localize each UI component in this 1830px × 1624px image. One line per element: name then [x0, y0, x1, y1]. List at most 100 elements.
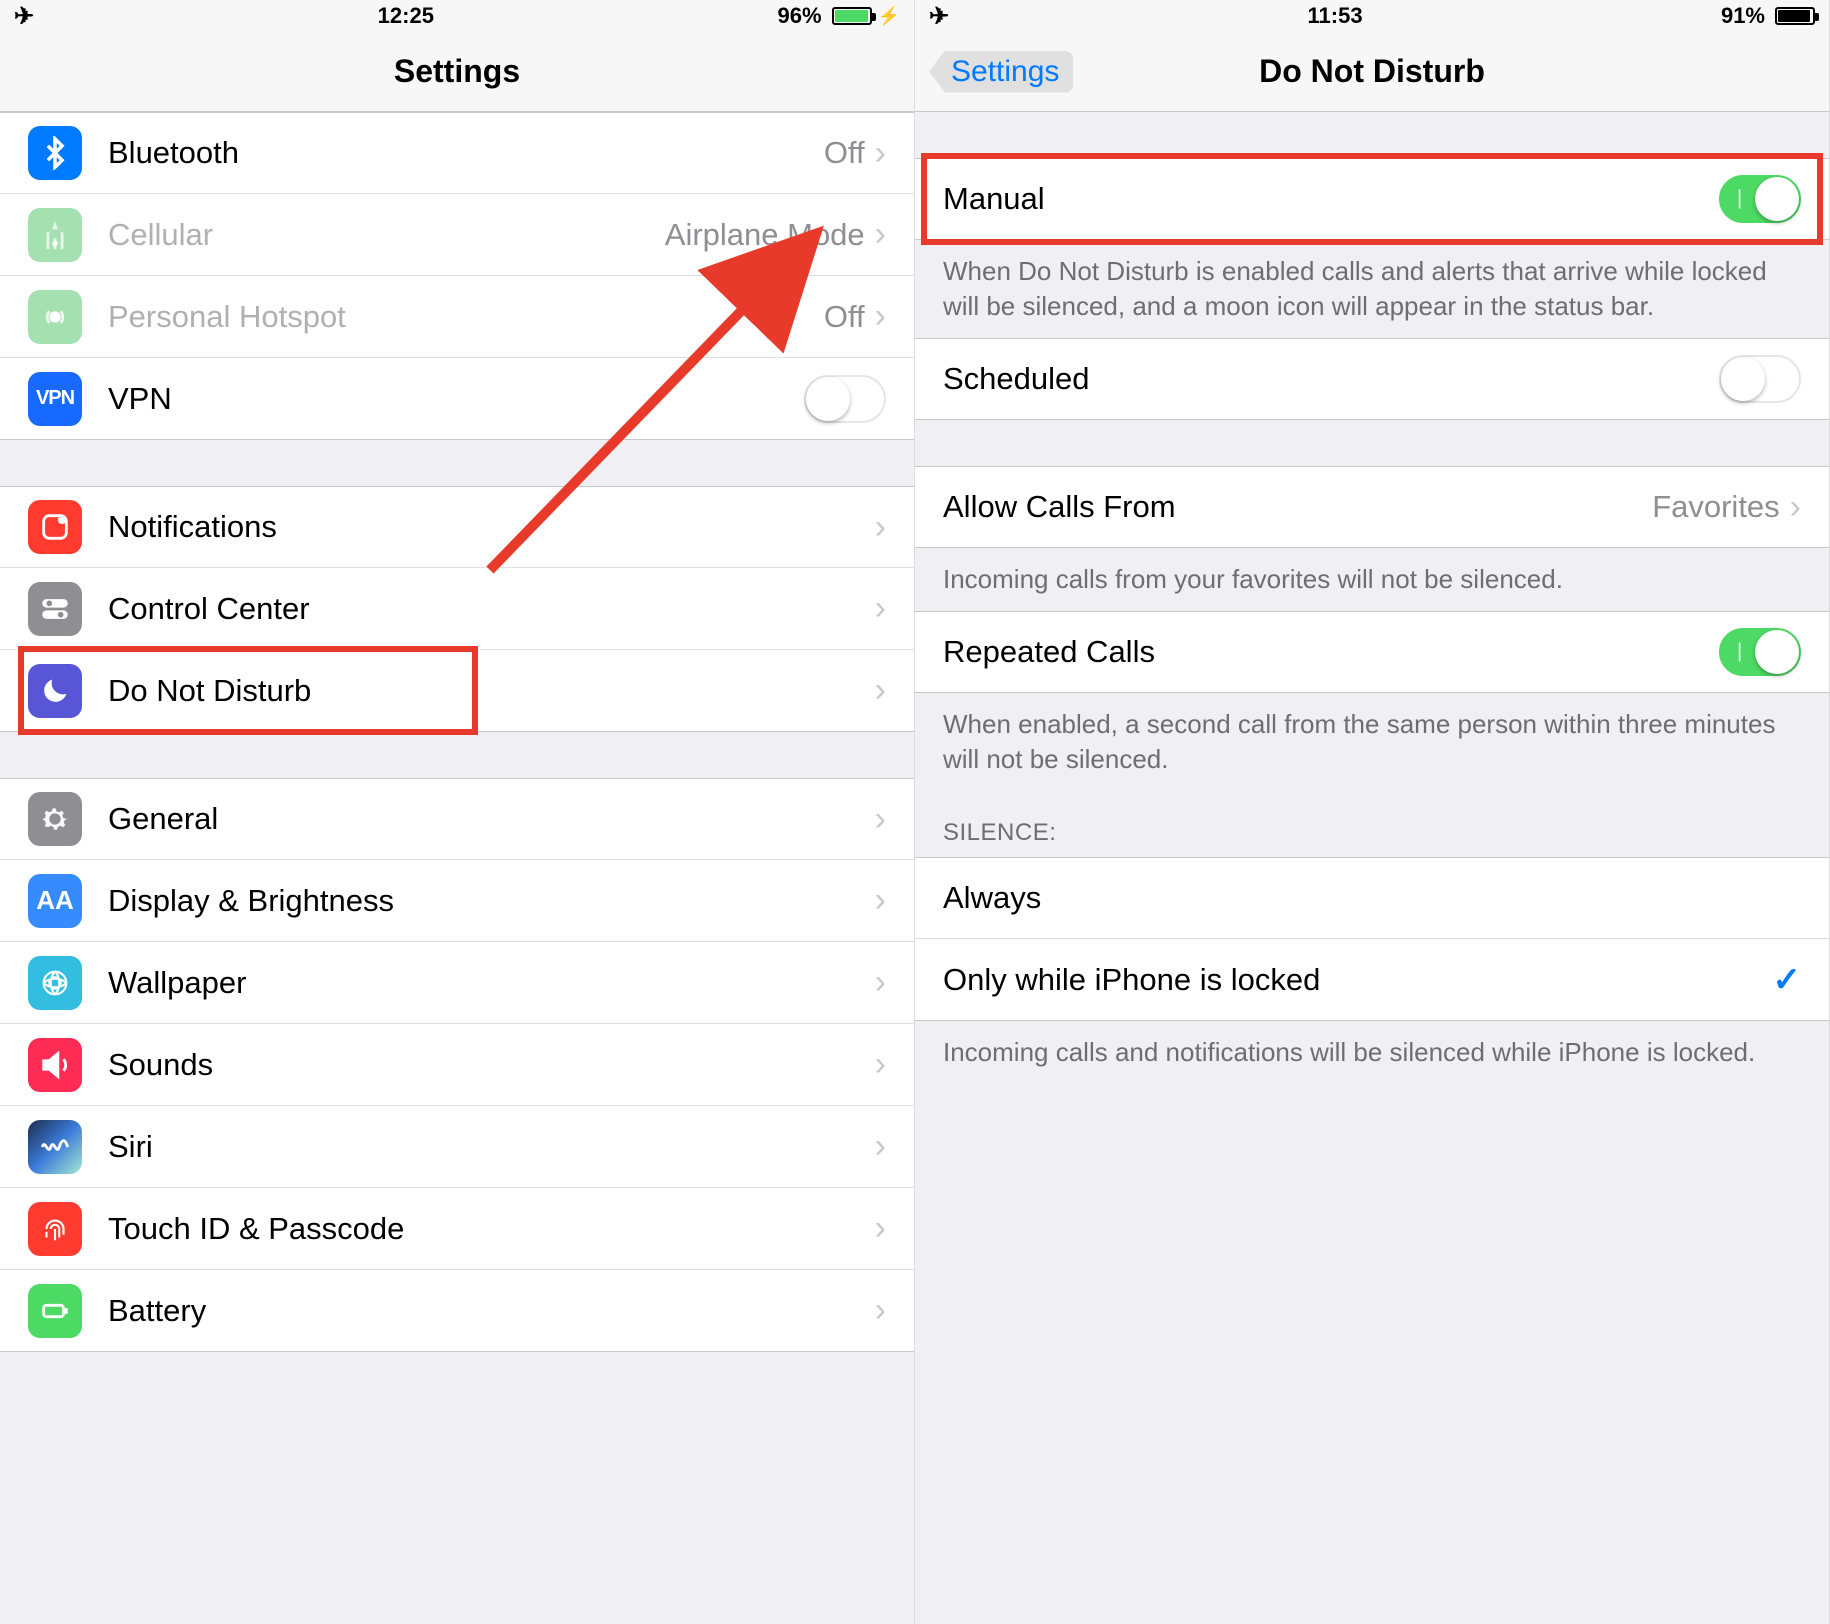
chevron-right-icon: › — [875, 881, 886, 920]
sounds-icon — [28, 1038, 82, 1092]
chevron-right-icon: › — [875, 215, 886, 254]
chevron-right-icon: › — [875, 297, 886, 336]
nav-bar: Settings Do Not Disturb — [915, 32, 1829, 112]
status-bar: ✈ 11:53 91% — [915, 0, 1829, 32]
wallpaper-row[interactable]: Wallpaper› — [0, 942, 914, 1024]
settings-screen: ✈ 12:25 96% ⚡ Settings BluetoothOff›Cell… — [0, 0, 915, 1624]
back-button[interactable]: Settings — [929, 51, 1073, 93]
chevron-right-icon: › — [875, 1045, 886, 1084]
notifications-row[interactable]: Notifications› — [0, 486, 914, 568]
touchid-icon — [28, 1202, 82, 1256]
status-bar: ✈ 12:25 96% ⚡ — [0, 0, 914, 32]
cellular-label: Cellular — [108, 217, 665, 253]
chevron-right-icon: › — [875, 1127, 886, 1166]
manual-row[interactable]: Manual| — [915, 158, 1829, 240]
repeated-calls-row[interactable]: Repeated Calls| — [915, 611, 1829, 693]
status-time: 12:25 — [378, 3, 434, 29]
scheduled-row[interactable]: Scheduled — [915, 338, 1829, 420]
wallpaper-icon — [28, 956, 82, 1010]
moon-icon — [28, 664, 82, 718]
battery-icon — [28, 1284, 82, 1338]
chevron-right-icon: › — [875, 1209, 886, 1248]
settings-list[interactable]: BluetoothOff›CellularAirplane Mode›Perso… — [0, 112, 914, 1624]
chevron-right-icon: › — [875, 671, 886, 710]
chevron-right-icon: › — [875, 800, 886, 839]
dnd-screen: ✈ 11:53 91% Settings Do Not Disturb Manu… — [915, 0, 1830, 1624]
nav-bar: Settings — [0, 32, 914, 112]
general-row[interactable]: General› — [0, 778, 914, 860]
battery-row[interactable]: Battery› — [0, 1270, 914, 1352]
touchid-label: Touch ID & Passcode — [108, 1211, 875, 1247]
nav-title: Do Not Disturb — [1259, 53, 1485, 90]
general-label: General — [108, 801, 875, 837]
section-footer: Incoming calls from your favorites will … — [915, 548, 1829, 611]
cellular-value: Airplane Mode — [665, 217, 865, 253]
vpn-toggle[interactable] — [804, 375, 886, 423]
hotspot-value: Off — [824, 299, 865, 335]
bluetooth-value: Off — [824, 135, 865, 171]
always-row[interactable]: Always — [915, 857, 1829, 939]
section-footer: When enabled, a second call from the sam… — [915, 693, 1829, 791]
control-center-label: Control Center — [108, 591, 875, 627]
bluetooth-label: Bluetooth — [108, 135, 824, 171]
repeated-calls-toggle[interactable]: | — [1719, 628, 1801, 676]
sounds-label: Sounds — [108, 1047, 875, 1083]
siri-icon — [28, 1120, 82, 1174]
touchid-row[interactable]: Touch ID & Passcode› — [0, 1188, 914, 1270]
bluetooth-row[interactable]: BluetoothOff › — [0, 112, 914, 194]
chevron-right-icon: › — [875, 963, 886, 1002]
control-center-icon — [28, 582, 82, 636]
notifications-icon — [28, 500, 82, 554]
status-time: 11:53 — [1308, 3, 1363, 29]
allow-calls-label: Allow Calls From — [943, 489, 1652, 525]
cellular-icon — [28, 208, 82, 262]
hotspot-icon — [28, 290, 82, 344]
charging-icon: ⚡ — [878, 6, 900, 27]
battery-label: Battery — [108, 1293, 875, 1329]
only-locked-row[interactable]: Only while iPhone is locked✓ — [915, 939, 1829, 1021]
back-label: Settings — [951, 55, 1059, 89]
siri-row[interactable]: Siri› — [0, 1106, 914, 1188]
notifications-label: Notifications — [108, 509, 875, 545]
always-label: Always — [943, 880, 1801, 916]
scheduled-label: Scheduled — [943, 361, 1719, 397]
allow-calls-value: Favorites — [1652, 489, 1779, 525]
vpn-label: VPN — [108, 381, 804, 417]
manual-label: Manual — [943, 181, 1719, 217]
section-footer: Incoming calls and notifications will be… — [915, 1021, 1829, 1084]
gear-icon — [28, 792, 82, 846]
allow-calls-row[interactable]: Allow Calls FromFavorites › — [915, 466, 1829, 548]
chevron-right-icon: › — [875, 589, 886, 628]
bluetooth-icon — [28, 126, 82, 180]
display-label: Display & Brightness — [108, 883, 875, 919]
airplane-mode-icon: ✈ — [929, 2, 949, 31]
dnd-settings-list[interactable]: Manual|When Do Not Disturb is enabled ca… — [915, 112, 1829, 1624]
vpn-icon: VPN — [28, 372, 82, 426]
chevron-right-icon: › — [1790, 488, 1801, 527]
battery-icon — [832, 7, 872, 25]
battery-percent: 91% — [1721, 3, 1765, 29]
only-locked-label: Only while iPhone is locked — [943, 962, 1773, 998]
display-icon: AA — [28, 874, 82, 928]
hotspot-row[interactable]: Personal HotspotOff › — [0, 276, 914, 358]
checkmark-icon: ✓ — [1773, 960, 1802, 1000]
section-header: SILENCE: — [915, 791, 1829, 857]
sounds-row[interactable]: Sounds› — [0, 1024, 914, 1106]
battery-percent: 96% — [778, 3, 822, 29]
manual-toggle[interactable]: | — [1719, 175, 1801, 223]
nav-title: Settings — [394, 53, 520, 90]
cellular-row[interactable]: CellularAirplane Mode › — [0, 194, 914, 276]
siri-label: Siri — [108, 1129, 875, 1165]
chevron-right-icon: › — [875, 1291, 886, 1330]
display-row[interactable]: AA Display & Brightness› — [0, 860, 914, 942]
scheduled-toggle[interactable] — [1719, 355, 1801, 403]
repeated-calls-label: Repeated Calls — [943, 634, 1719, 670]
wallpaper-label: Wallpaper — [108, 965, 875, 1001]
battery-icon — [1775, 7, 1815, 25]
chevron-right-icon: › — [875, 134, 886, 173]
control-center-row[interactable]: Control Center› — [0, 568, 914, 650]
dnd-row[interactable]: Do Not Disturb› — [0, 650, 914, 732]
hotspot-label: Personal Hotspot — [108, 299, 824, 335]
chevron-right-icon: › — [875, 508, 886, 547]
vpn-row[interactable]: VPN VPN — [0, 358, 914, 440]
